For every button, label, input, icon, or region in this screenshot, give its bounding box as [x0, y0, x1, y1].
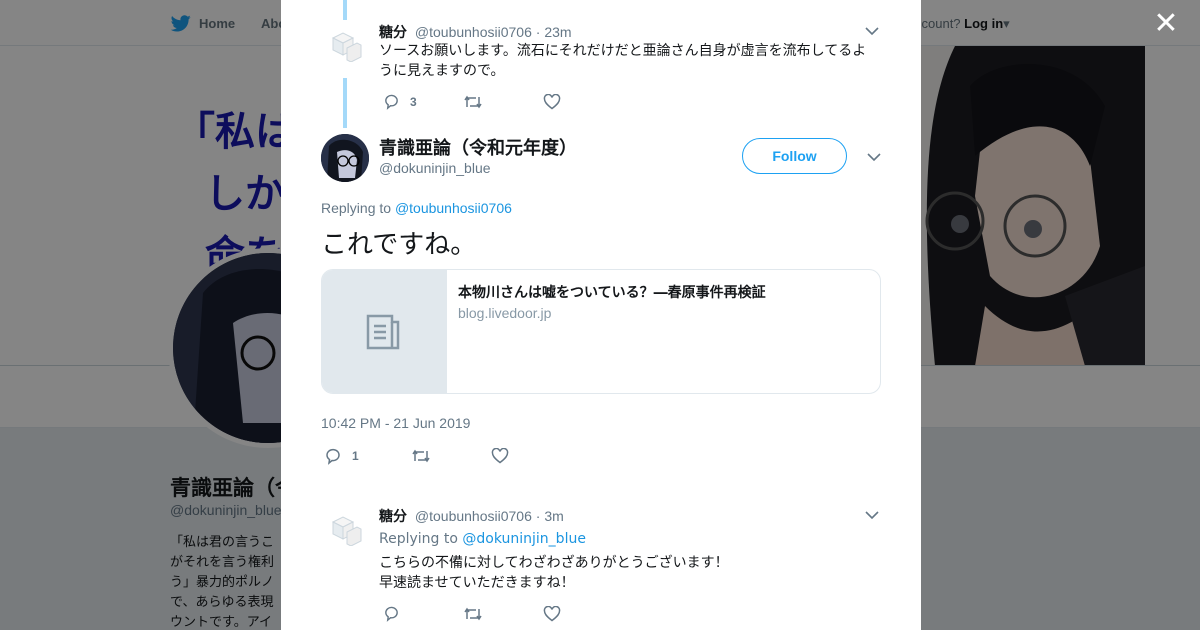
author-name[interactable]: 糖分 — [379, 25, 407, 41]
chevron-down-icon[interactable] — [863, 24, 881, 38]
heart-icon — [543, 93, 561, 109]
heart-icon — [543, 605, 561, 621]
default-avatar-icon — [327, 26, 363, 62]
tweet-text: こちらの不備に対してわざわざありがとうございます！ 早速読ませていただきますね！ — [379, 553, 879, 593]
tweet-time[interactable]: · 23m — [536, 24, 572, 40]
heart-icon — [491, 448, 509, 464]
author-handle[interactable]: @toubunhosii0706 — [415, 508, 532, 524]
like-button[interactable] — [543, 605, 561, 622]
author-avatar[interactable] — [321, 134, 369, 182]
author-name[interactable]: 糖分 — [379, 509, 407, 525]
replying-to: Replying to @toubunhosii0706 — [321, 200, 512, 216]
reply-count: 3 — [410, 94, 417, 109]
chevron-down-icon[interactable] — [865, 150, 883, 164]
card-domain: blog.livedoor.jp — [458, 305, 552, 321]
retweet-button[interactable] — [463, 606, 543, 622]
author-avatar-illustration — [321, 134, 369, 182]
replying-prefix: Replying to — [379, 531, 463, 547]
reply-icon — [326, 448, 340, 465]
card-thumbnail — [322, 270, 447, 393]
follow-button[interactable]: Follow — [742, 138, 847, 174]
author-handle[interactable]: @dokuninjin_blue — [379, 160, 491, 176]
replying-to-link[interactable]: @toubunhosii0706 — [395, 200, 512, 216]
card-title: 本物川さんは嘘をついている？―春原事件再検証 — [458, 285, 766, 301]
tweet-actions: 3 — [383, 93, 561, 110]
tweet-text-line: こちらの不備に対してわざわざありがとうございます！ — [379, 555, 729, 571]
previous-reply-tweet[interactable]: 糖分 @toubunhosii0706 · 23m ソースお願いします。流石にそ… — [321, 0, 881, 120]
reply-button[interactable] — [383, 605, 463, 622]
retweet-icon — [464, 607, 482, 620]
tweet-meta: 糖分 @toubunhosii0706 · 3m — [379, 506, 564, 526]
replying-prefix: Replying to — [321, 200, 395, 216]
main-tweet-actions: 1 — [324, 447, 509, 465]
author-name[interactable]: 青識亜論（令和元年度） — [379, 134, 577, 160]
reply-icon — [385, 606, 398, 622]
document-icon — [366, 314, 400, 350]
tweet-text: ソースお願いします。流石にそれだけだと亜論さん自身が虚言を流布してるように見えま… — [379, 43, 867, 79]
reply-count: 1 — [352, 449, 359, 463]
reply-icon — [385, 94, 398, 110]
retweet-button[interactable] — [411, 448, 491, 464]
like-button[interactable] — [543, 93, 561, 110]
retweet-button[interactable] — [463, 94, 543, 110]
tweet-meta: 糖分 @toubunhosii0706 · 23m — [379, 22, 572, 42]
like-button[interactable] — [491, 448, 509, 464]
next-reply-tweet[interactable]: 糖分 @toubunhosii0706 · 3m Replying to @do… — [321, 484, 881, 630]
replying-to-link[interactable]: @dokuninjin_blue — [462, 531, 586, 547]
link-card[interactable]: 本物川さんは嘘をついている？―春原事件再検証 blog.livedoor.jp — [321, 269, 881, 394]
tweet-modal: 糖分 @toubunhosii0706 · 23m ソースお願いします。流石にそ… — [281, 0, 921, 630]
tweet-text-line: 早速読ませていただきますね！ — [379, 575, 575, 591]
chevron-down-icon[interactable] — [863, 508, 881, 522]
default-avatar-icon — [327, 510, 363, 546]
tweet-timestamp[interactable]: 10:42 PM - 21 Jun 2019 — [321, 415, 470, 431]
retweet-icon — [412, 449, 430, 463]
replying-to: Replying to @dokuninjin_blue — [379, 529, 879, 549]
retweet-icon — [464, 95, 482, 108]
tweet-time[interactable]: · 3m — [536, 508, 564, 524]
reply-button[interactable]: 3 — [383, 93, 463, 110]
main-tweet-header: 青識亜論（令和元年度） @dokuninjin_blue Follow — [321, 134, 881, 184]
main-tweet-text: これですね。 — [321, 230, 477, 260]
tweet-actions — [383, 605, 561, 622]
author-handle[interactable]: @toubunhosii0706 — [415, 24, 532, 40]
reply-button[interactable]: 1 — [324, 447, 411, 465]
close-icon[interactable]: ✕ — [1152, 9, 1180, 39]
